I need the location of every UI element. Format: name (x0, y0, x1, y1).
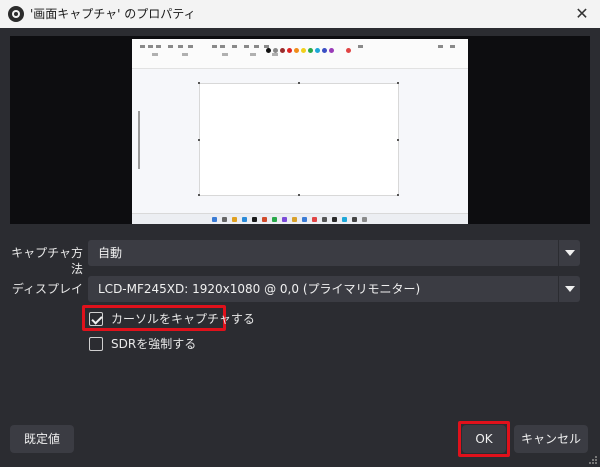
force-sdr-option[interactable]: SDRを強制する (89, 334, 199, 354)
chevron-down-icon[interactable] (558, 240, 580, 266)
display-value: LCD-MF245XD: 1920x1080 @ 0,0 (プライマリモニター) (98, 282, 421, 296)
zoom-slider-thumbnail (138, 111, 140, 169)
title-bar: '画面キャプチャ' のプロパティ ✕ (0, 0, 600, 28)
capture-cursor-checkbox[interactable] (89, 312, 103, 326)
capture-method-label: キャプチャ方法 (11, 246, 83, 276)
cancel-button[interactable]: キャンセル (514, 425, 588, 453)
chevron-down-icon[interactable] (558, 276, 580, 302)
taskbar-thumbnail (132, 213, 468, 224)
captured-screen-thumbnail (132, 39, 468, 224)
force-sdr-label: SDRを強制する (111, 337, 197, 351)
paint-canvas-thumbnail (198, 82, 399, 196)
ok-button[interactable]: OK (462, 425, 506, 453)
close-icon[interactable]: ✕ (570, 2, 594, 26)
capture-cursor-option[interactable]: カーソルをキャプチャする (89, 309, 255, 329)
source-preview (10, 36, 590, 224)
force-sdr-checkbox[interactable] (89, 337, 103, 351)
capture-method-value: 自動 (98, 246, 123, 260)
capture-cursor-label: カーソルをキャプチャする (111, 312, 255, 326)
display-select[interactable]: LCD-MF245XD: 1920x1080 @ 0,0 (プライマリモニター) (88, 276, 580, 302)
resize-grip-icon[interactable] (589, 456, 597, 464)
defaults-button[interactable]: 既定値 (10, 425, 74, 453)
properties-dialog: キャプチャ方法 自動 ディスプレイ LCD-MF245XD: 1920x1080… (0, 28, 600, 467)
capture-method-select[interactable]: 自動 (88, 240, 580, 266)
paint-ribbon (132, 39, 468, 69)
obs-logo-icon (8, 6, 24, 22)
display-label: ディスプレイ (11, 282, 83, 296)
window-title: '画面キャプチャ' のプロパティ (30, 7, 196, 21)
